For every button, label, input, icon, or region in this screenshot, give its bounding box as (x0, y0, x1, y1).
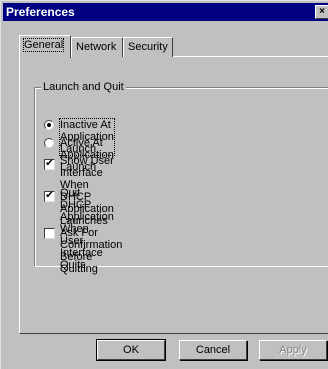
tab-network[interactable]: Network (71, 37, 123, 57)
cancel-button[interactable]: Cancel (179, 340, 247, 360)
close-button[interactable]: × (315, 5, 328, 19)
tab-security[interactable]: Security (123, 37, 173, 57)
tab-general[interactable]: General (19, 35, 71, 58)
apply-button[interactable]: Apply (259, 340, 327, 360)
tab-network-label: Network (76, 41, 117, 53)
title-bar[interactable]: Preferences × (3, 3, 328, 21)
checkbox-confirm-label: Ask For Confirmation Before Quitting (60, 227, 123, 275)
tab-security-label: Security (128, 41, 168, 53)
checkbox-quit-box[interactable]: ✔ (44, 191, 55, 202)
radio-inactive-indicator[interactable] (44, 120, 54, 130)
checkbox-confirm-box[interactable] (44, 228, 55, 239)
radio-active-indicator[interactable] (44, 138, 54, 148)
close-icon: × (319, 6, 325, 17)
preferences-window: Preferences × General Network Security L… (0, 0, 328, 369)
groupbox-label: Launch and Quit (41, 81, 126, 94)
ok-button[interactable]: OK (96, 339, 166, 361)
tab-general-label: General (22, 38, 65, 52)
checkbox-show-ui-box[interactable]: ✔ (44, 159, 55, 170)
window-title: Preferences (6, 5, 75, 19)
